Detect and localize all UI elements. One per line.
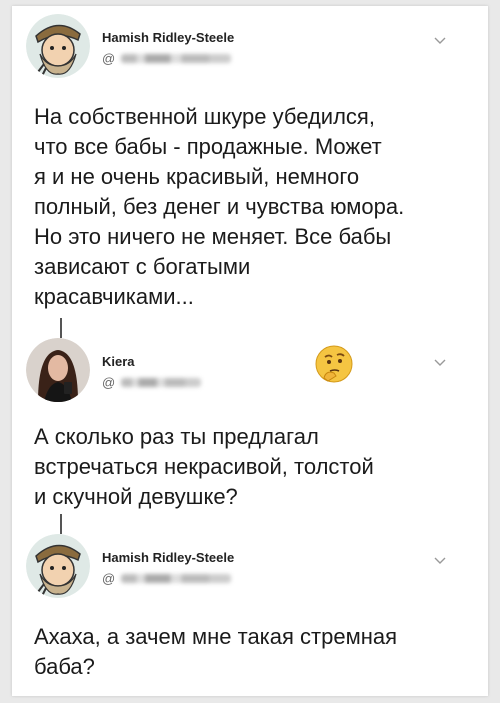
author-name[interactable]: Hamish Ridley-Steele [102, 30, 234, 45]
author-name[interactable]: Hamish Ridley-Steele [102, 550, 234, 565]
avatar-hamish[interactable] [26, 14, 90, 78]
tweet-thread-card: Hamish Ridley-Steele @ На собственной шк… [12, 6, 488, 696]
handle-prefix: @ [102, 375, 116, 390]
author-handle[interactable]: @ [102, 51, 232, 66]
chevron-down-icon[interactable] [432, 354, 448, 370]
handle-redacted [121, 54, 232, 63]
thinking-face-icon [315, 345, 353, 383]
tweet-text: На собственной шкуре убедился, что все б… [34, 104, 405, 309]
handle-prefix: @ [102, 571, 116, 586]
handle-redacted [121, 378, 202, 387]
tweet-hamish-2[interactable]: Hamish Ridley-Steele @ Ахаха, а зачем мн… [12, 530, 488, 696]
handle-redacted [121, 574, 232, 583]
author-handle[interactable]: @ [102, 375, 202, 390]
tweet-kiera[interactable]: Kiera @ А сколько раз ты предлагал встре… [12, 334, 488, 524]
author-name[interactable]: Kiera [102, 354, 135, 369]
author-handle[interactable]: @ [102, 571, 232, 586]
chevron-down-icon[interactable] [432, 552, 448, 568]
handle-prefix: @ [102, 51, 116, 66]
chevron-down-icon[interactable] [432, 32, 448, 48]
avatar-hamish[interactable] [26, 534, 90, 598]
tweet-text: А сколько раз ты предлагал встречаться н… [34, 424, 374, 509]
tweet-text: Ахаха, а зачем мне такая стремная баба? [34, 624, 398, 679]
avatar-kiera[interactable] [26, 338, 90, 402]
tweet-hamish-1[interactable]: Hamish Ridley-Steele @ На собственной шк… [12, 6, 488, 336]
